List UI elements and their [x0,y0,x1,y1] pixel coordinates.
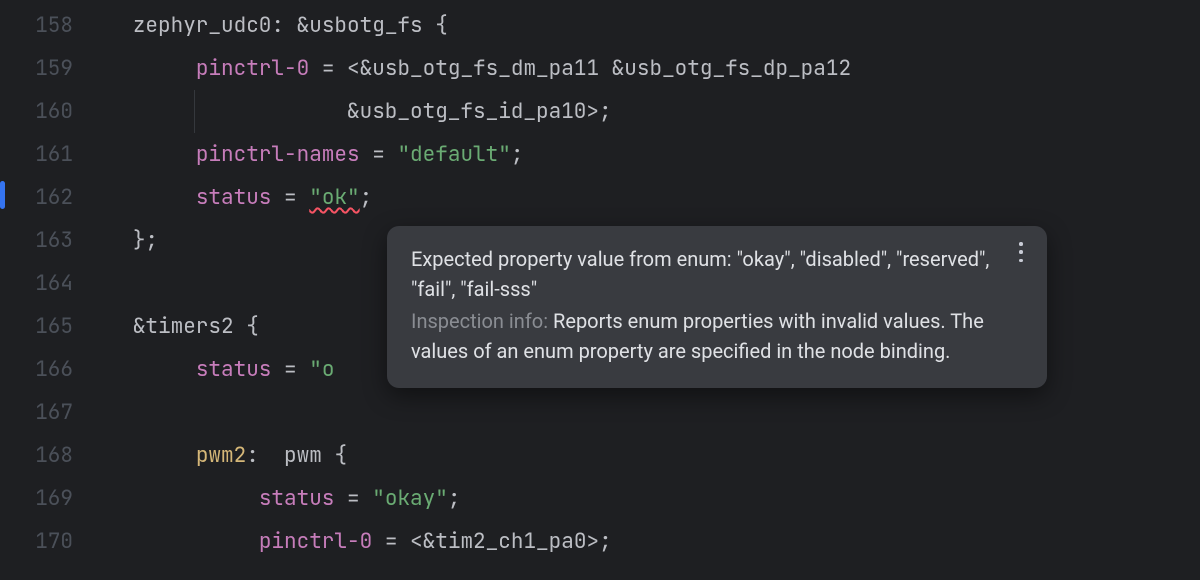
line-number: 160 [0,90,73,133]
tooltip-message: Expected property value from enum: "okay… [411,244,993,304]
code-line[interactable]: status = "ok"; [95,176,1200,219]
code-line[interactable]: status = "okay"; [95,477,1200,520]
line-number: 159 [0,47,73,90]
line-number: 169 [0,477,73,520]
node-name: pwm [284,442,322,469]
property-name: pinctrl-0 [259,528,372,555]
inspection-tooltip[interactable]: Expected property value from enum: "okay… [387,226,1047,388]
string-literal: "okay" [372,485,448,512]
gutter: 158 159 160 161 162 163 164 165 166 167 … [0,0,95,580]
phandle-ref: &usb_otg_fs_dm_pa11 [360,55,599,82]
line-number: 168 [0,434,73,477]
line-number: 162 [0,176,73,219]
tooltip-info-label: Inspection info: [411,309,553,333]
code-area[interactable]: zephyr_udc0: &usbotg_fs { pinctrl-0 = <&… [95,0,1200,580]
line-number: 161 [0,133,73,176]
code-editor[interactable]: 158 159 160 161 162 163 164 165 166 167 … [0,0,1200,580]
line-number: 165 [0,305,73,348]
string-literal: "default" [397,141,510,168]
line-number: 163 [0,219,73,262]
node-label: pwm2 [196,442,246,469]
node-ref: &usbotg_fs [297,12,423,39]
code-line[interactable]: pinctrl-0 = <&tim2_ch1_pa0>; [95,520,1200,563]
phandle-ref: &tim2_ch1_pa0 [423,528,587,555]
property-name: status [259,485,335,512]
phandle-ref: &usb_otg_fs_dp_pa12 [612,55,851,82]
code-line[interactable] [95,391,1200,434]
line-number: 158 [0,4,73,47]
code-line[interactable]: &usb_otg_fs_id_pa10>; [95,90,1200,133]
code-line[interactable]: pinctrl-0 = <&usb_otg_fs_dm_pa11 &usb_ot… [95,47,1200,90]
phandle-ref: &usb_otg_fs_id_pa10 [347,98,586,125]
property-name: pinctrl-0 [196,55,309,82]
string-literal-error[interactable]: "ok" [309,184,359,211]
caret-line-marker [0,181,5,209]
string-literal: "o [309,356,334,383]
line-number: 164 [0,262,73,305]
code-line[interactable]: pinctrl-names = "default"; [95,133,1200,176]
code-line[interactable]: pwm2: pwm { [95,434,1200,477]
node-label: zephyr_udc0 [133,12,272,39]
line-number: 170 [0,520,73,563]
line-number: 166 [0,348,73,391]
property-name: pinctrl-names [196,141,360,168]
more-actions-icon[interactable] [1011,240,1031,264]
property-name: status [196,356,272,383]
node-ref: &timers2 [133,313,234,340]
property-name: status [196,184,272,211]
line-number: 167 [0,391,73,434]
code-line[interactable]: zephyr_udc0: &usbotg_fs { [95,4,1200,47]
